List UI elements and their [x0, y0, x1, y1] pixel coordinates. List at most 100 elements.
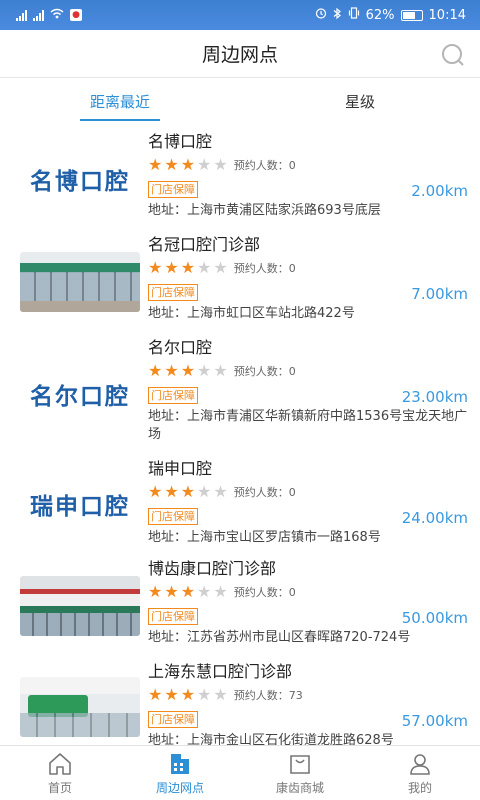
- tabbar-label: 首页: [47, 780, 72, 795]
- star-rating: ★ ★ ★ ★ ★: [148, 260, 228, 276]
- star-icon: ★: [197, 361, 212, 380]
- tabbar-item-home[interactable]: 首页: [0, 746, 120, 800]
- appointment-count: 预约人数：0: [233, 486, 296, 499]
- star-icon: ★: [197, 582, 212, 601]
- star-icon: ★: [213, 685, 228, 704]
- tab-nearest[interactable]: 距离最近: [0, 79, 240, 123]
- star-rating: ★ ★ ★ ★ ★: [148, 484, 228, 500]
- clinic-address: 地址：上海市黄浦区陆家浜路693号底层: [148, 203, 381, 218]
- star-icon: ★: [213, 258, 228, 277]
- list-item[interactable]: 名博口腔 名博口腔 ★ ★ ★ ★ ★ 预约人数：0 门店保障 2.00km 地址：上海…: [0, 123, 480, 226]
- list-item[interactable]: 瑞申口腔 瑞申口腔 ★ ★ ★ ★ ★ 预约人数：0 门店保障 24.00km 地址：上…: [0, 450, 480, 550]
- battery-percent: 62%: [365, 7, 395, 23]
- appointment-count: 预约人数：0: [233, 365, 296, 378]
- clinic-name: 瑞申口腔: [148, 459, 213, 478]
- distance: 7.00km: [411, 285, 468, 303]
- tabbar-label: 康齿商城: [275, 780, 324, 795]
- store-guarantee-badge: 门店保障: [148, 283, 198, 301]
- star-icon: ★: [180, 361, 196, 380]
- star-icon: ★: [197, 482, 212, 501]
- clinic-logo-text: 名尔口腔: [30, 382, 130, 410]
- clinic-logo: 名博口腔: [0, 131, 148, 226]
- home-icon: [49, 752, 71, 775]
- tabbar-item-nearby[interactable]: 周边网点: [120, 746, 240, 800]
- star-rating: ★ ★ ★ ★ ★: [148, 687, 228, 703]
- user-icon: [410, 753, 430, 775]
- appointment-count: 预约人数：0: [233, 159, 296, 172]
- sort-tabs: 距离最近 星级: [0, 79, 480, 123]
- distance: 50.00km: [401, 609, 468, 627]
- distance: 24.00km: [401, 509, 468, 527]
- signal-icon: [33, 9, 44, 21]
- clinic-name: 名博口腔: [148, 132, 213, 151]
- notification-icon: ●: [70, 9, 82, 21]
- store-guarantee-badge: 门店保障: [148, 180, 198, 198]
- star-icon: ★: [213, 582, 228, 601]
- star-rating: ★ ★ ★ ★ ★: [148, 363, 228, 379]
- star-rating: ★ ★ ★ ★ ★: [148, 584, 228, 600]
- clinic-list: 名博口腔 名博口腔 ★ ★ ★ ★ ★ 预约人数：0 门店保障 2.00km 地址：上海…: [0, 123, 480, 745]
- star-icon: ★: [148, 685, 163, 704]
- clinic-photo: [0, 234, 148, 329]
- star-icon: ★: [148, 582, 163, 601]
- clinic-logo: 名尔口腔: [0, 337, 148, 450]
- star-icon: ★: [180, 155, 196, 174]
- status-left: ●: [16, 8, 82, 22]
- status-bar: ● 62% 10:14: [0, 0, 480, 30]
- star-icon: ★: [180, 482, 196, 501]
- star-icon: ★: [164, 582, 179, 601]
- list-item[interactable]: 名冠口腔门诊部 ★ ★ ★ ★ ★ 预约人数：0 门店保障 7.00km 地址：上海市虹…: [0, 226, 480, 329]
- status-right: 62% 10:14: [315, 7, 466, 24]
- distance: 57.00km: [401, 712, 468, 730]
- wifi-icon: [50, 8, 64, 22]
- star-icon: ★: [164, 155, 179, 174]
- storefront-image: [20, 677, 140, 737]
- list-item[interactable]: 上海东慧口腔门诊部 ★ ★ ★ ★ ★ 预约人数：73 门店保障 57.00km 地址：…: [0, 653, 480, 745]
- tabbar-item-profile[interactable]: 我的: [360, 746, 480, 800]
- signal-icon: [16, 9, 27, 21]
- appointment-count: 预约人数：0: [233, 262, 296, 275]
- star-icon: ★: [148, 361, 163, 380]
- star-icon: ★: [197, 258, 212, 277]
- clinic-address: 地址：江苏省苏州市昆山区春晖路720-724号: [148, 630, 411, 645]
- clinic-name: 博齿康口腔门诊部: [148, 559, 277, 578]
- list-item[interactable]: 名尔口腔 名尔口腔 ★ ★ ★ ★ ★ 预约人数：0 门店保障 23.00km 地址：上…: [0, 329, 480, 450]
- shopping-bag-icon: [290, 754, 310, 774]
- distance: 2.00km: [411, 182, 468, 200]
- appointment-count: 预约人数：73: [233, 689, 303, 702]
- star-icon: ★: [148, 482, 163, 501]
- clinic-name: 上海东慧口腔门诊部: [148, 662, 293, 681]
- list-item[interactable]: 博齿康口腔门诊部 ★ ★ ★ ★ ★ 预约人数：0 门店保障 50.00km 地址：江苏…: [0, 550, 480, 653]
- star-icon: ★: [148, 155, 163, 174]
- location-icon: [171, 753, 189, 774]
- vibrate-icon: [348, 7, 360, 23]
- page-header: 周边网点: [0, 30, 480, 78]
- clinic-logo-text: 瑞申口腔: [30, 493, 130, 520]
- tabbar-item-shop[interactable]: 康齿商城: [240, 746, 360, 800]
- clinic-name: 名冠口腔门诊部: [148, 235, 261, 254]
- tab-rating[interactable]: 星级: [240, 79, 480, 123]
- distance: 23.00km: [401, 388, 468, 406]
- storefront-image: [20, 575, 140, 636]
- tabbar-label: 周边网点: [155, 780, 204, 795]
- search-icon[interactable]: [440, 42, 466, 68]
- star-icon: ★: [164, 258, 179, 277]
- bluetooth-icon: [333, 7, 342, 24]
- store-guarantee-badge: 门店保障: [148, 710, 198, 728]
- star-icon: ★: [197, 155, 212, 174]
- star-icon: ★: [164, 685, 179, 704]
- star-icon: ★: [197, 685, 212, 704]
- star-icon: ★: [164, 361, 179, 380]
- clinic-photo: [0, 661, 148, 745]
- star-icon: ★: [213, 361, 228, 380]
- battery-icon: [400, 9, 423, 21]
- clinic-address: 地址：上海市虹口区车站北路422号: [148, 306, 355, 321]
- page-title: 周边网点: [201, 44, 278, 66]
- bottom-tab-bar: 首页 周边网点 康齿商城 我的: [0, 745, 480, 800]
- star-icon: ★: [180, 582, 196, 601]
- star-icon: ★: [164, 482, 179, 501]
- clinic-logo: 瑞申口腔: [0, 458, 148, 550]
- clinic-address: 地址：上海市金山区石化街道龙胜路628号: [148, 733, 394, 745]
- appointment-count: 预约人数：0: [233, 586, 296, 599]
- star-icon: ★: [213, 482, 228, 501]
